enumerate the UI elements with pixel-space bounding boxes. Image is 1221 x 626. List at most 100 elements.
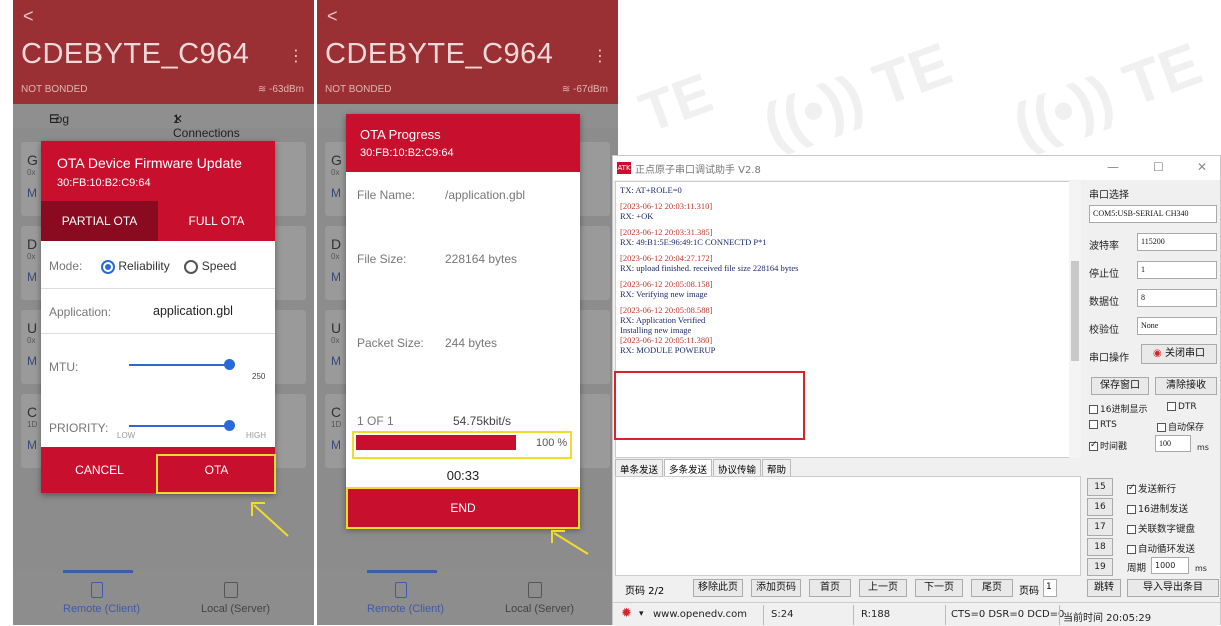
card-uuid: 0x [27, 336, 36, 345]
application-label: Application: [49, 305, 112, 319]
auto-loop-checkbox[interactable]: 自动循环发送 [1127, 541, 1195, 555]
period-input[interactable]: 1000 [1151, 557, 1189, 574]
remove-page-button[interactable]: 移除此页 [693, 579, 743, 597]
card-title: C [27, 404, 38, 420]
multi-send-area[interactable] [615, 476, 1081, 576]
priority-slider[interactable] [129, 425, 229, 427]
mtu-slider-handle[interactable] [224, 359, 235, 370]
dtr-checkbox[interactable]: DTR [1167, 402, 1197, 412]
bottom-nav: Remote (Client) Local (Server) [13, 570, 314, 625]
log-scrollbar[interactable] [1069, 181, 1081, 458]
send-newline-checkbox[interactable]: 发送新行 [1127, 481, 1176, 495]
window-title: 正点原子串口调试助手 V2.8 [635, 164, 761, 176]
page-indicator: 页码 2/2 [625, 586, 665, 597]
window-titlebar: ATK 正点原子串口调试助手 V2.8 — ☐ ✕ [613, 156, 1220, 180]
card-link[interactable]: M [331, 270, 341, 284]
card-link[interactable]: M [331, 186, 341, 200]
website-link[interactable]: www.openedv.com [653, 609, 747, 620]
next-page-button[interactable]: 下一页 [915, 579, 963, 597]
numeric-keypad-checkbox[interactable]: 关联数字键盘 [1127, 521, 1195, 535]
card-title: U [27, 320, 38, 336]
server-icon [224, 582, 238, 598]
page-number-input[interactable]: 1 [1043, 579, 1057, 597]
card-uuid: 1D [331, 420, 342, 429]
card-link[interactable]: M [331, 438, 341, 452]
back-icon[interactable]: < [23, 6, 34, 27]
parity-select[interactable]: None [1137, 317, 1217, 335]
timestamp-checkbox[interactable]: 时间戳 [1089, 439, 1127, 452]
card-uuid: 0x [27, 252, 36, 261]
maximize-icon[interactable]: ☐ [1153, 160, 1164, 174]
auto-save-checkbox[interactable]: 自动保存 [1157, 420, 1204, 433]
stop-bits-select[interactable]: 1 [1137, 261, 1217, 279]
close-icon[interactable]: ✕ [1197, 160, 1207, 174]
radio-speed[interactable] [184, 259, 199, 274]
nav-remote-client[interactable]: Remote (Client) [367, 603, 444, 615]
send-item-button[interactable]: 15 [1087, 478, 1113, 496]
status-divider [853, 605, 854, 625]
nav-local-server[interactable]: Local (Server) [505, 603, 574, 615]
status-divider [763, 605, 764, 625]
minimize-icon[interactable]: — [1107, 160, 1119, 174]
card-title: U [331, 320, 342, 336]
clear-receive-button[interactable]: 清除接收 [1155, 377, 1217, 395]
rts-checkbox[interactable]: RTS [1089, 420, 1117, 430]
jump-button[interactable]: 跳转 [1087, 579, 1121, 597]
card-link[interactable]: M [27, 438, 37, 452]
highlight-box [614, 371, 805, 440]
more-menu-icon[interactable]: ⋮ [592, 46, 608, 66]
card-link[interactable]: M [27, 186, 37, 200]
save-window-button[interactable]: 保存窗口 [1091, 377, 1149, 395]
device-name: CDEBYTE_C964 [325, 38, 554, 70]
packet-size-label: Packet Size: [357, 336, 424, 350]
reliability-label: Reliability [118, 259, 170, 273]
hex-send-checkbox[interactable]: 16进制发送 [1127, 501, 1188, 515]
first-page-button[interactable]: 首页 [809, 579, 851, 597]
send-item-button[interactable]: 18 [1087, 538, 1113, 556]
more-menu-icon[interactable]: ⋮ [288, 46, 304, 66]
port-value: COM5:USB-SERIAL CH340 [1093, 209, 1189, 218]
baud-select[interactable]: 115200 [1137, 233, 1217, 251]
card-uuid: 1D [27, 420, 38, 429]
nav-local-server[interactable]: Local (Server) [201, 603, 270, 615]
settings-gear-icon[interactable]: ✹ [621, 606, 632, 621]
log-timestamp: [2023-06-12 20:05:08.158] [620, 279, 713, 289]
divider [41, 288, 275, 289]
tab-full-ota[interactable]: FULL OTA [158, 201, 275, 241]
hex-display-checkbox[interactable]: 16进制显示 [1089, 402, 1147, 415]
send-item-button[interactable]: 17 [1087, 518, 1113, 536]
card-link[interactable]: M [331, 354, 341, 368]
mtu-value: 250 [252, 372, 266, 381]
file-name-label: File Name: [357, 188, 416, 202]
arrow-icon [551, 530, 589, 555]
tab-partial-ota[interactable]: PARTIAL OTA [41, 201, 158, 241]
card-link[interactable]: M [27, 270, 37, 284]
card-link[interactable]: M [27, 354, 37, 368]
nav-remote-client[interactable]: Remote (Client) [63, 603, 140, 615]
mtu-slider[interactable] [129, 364, 229, 366]
back-icon[interactable]: < [327, 6, 338, 27]
priority-slider-handle[interactable] [224, 420, 235, 431]
prev-page-button[interactable]: 上一页 [859, 579, 907, 597]
scrollbar-thumb[interactable] [1071, 261, 1079, 361]
page-number-label: 页码 [1019, 586, 1039, 597]
card-uuid: 0x [331, 252, 340, 261]
import-export-button[interactable]: 导入导出条目 [1127, 579, 1219, 597]
send-item-button[interactable]: 19 [1087, 558, 1113, 576]
divider [41, 333, 275, 334]
log-line: RX: +OK [620, 211, 654, 221]
dropdown-icon[interactable]: ▾ [639, 609, 644, 619]
send-count: S:24 [771, 609, 794, 620]
status-divider [945, 605, 946, 625]
close-port-button[interactable]: ◉ 关闭串口 [1141, 344, 1217, 364]
last-page-button[interactable]: 尾页 [971, 579, 1013, 597]
data-bits-select[interactable]: 8 [1137, 289, 1217, 307]
radio-reliability[interactable] [101, 259, 116, 274]
cancel-button[interactable]: CANCEL [41, 447, 158, 493]
wifi-icon: ≋ [561, 84, 573, 95]
timestamp-interval-input[interactable]: 100 [1155, 435, 1191, 452]
add-page-button[interactable]: 添加页码 [751, 579, 801, 597]
application-value[interactable]: application.gbl [153, 304, 233, 318]
send-item-button[interactable]: 16 [1087, 498, 1113, 516]
port-select[interactable]: COM5:USB-SERIAL CH340 [1089, 205, 1217, 223]
